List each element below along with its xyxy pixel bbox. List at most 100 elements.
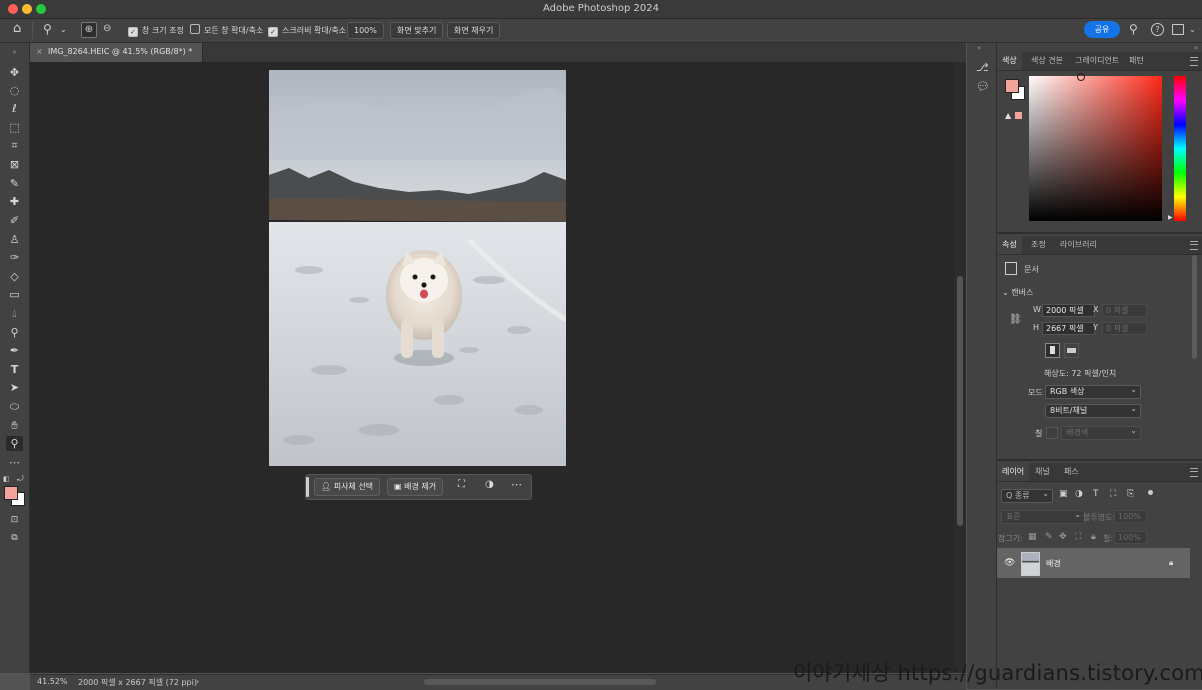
filter-smart-object-icon[interactable]: ⎘ [1127, 489, 1134, 499]
quick-mask-icon[interactable]: ⊡ [6, 513, 23, 528]
vertical-scrollbar[interactable] [954, 62, 966, 673]
zoom-out-icon[interactable]: ⊖ [103, 23, 111, 35]
filter-type-icon[interactable]: T [1093, 489, 1099, 499]
remove-background-button[interactable]: ▣ 배경 제거 [387, 478, 444, 496]
tab-channels[interactable]: 채널 [1030, 463, 1055, 481]
resize-windows-checkbox[interactable]: ✓ 창 크기 조정 [128, 23, 184, 38]
layers-panel-menu-icon[interactable] [1190, 468, 1198, 477]
workspace-icon[interactable] [1172, 24, 1184, 35]
mode-dropdown[interactable]: RGB 색상 [1045, 384, 1141, 399]
chevron-down-icon[interactable]: ⌄ [60, 24, 67, 36]
type-tool-icon[interactable]: T [6, 362, 23, 377]
zoom-all-windows-checkbox[interactable]: 모든 창 확대/축소 [190, 23, 263, 38]
tab-properties[interactable]: 속성 [997, 236, 1022, 254]
layer-lock-icon[interactable]: 🔒︎ [1169, 558, 1173, 568]
healing-brush-tool-icon[interactable]: ✚ [6, 194, 23, 209]
swap-colors-icon[interactable]: ⤾ [17, 474, 24, 484]
tab-swatches[interactable]: 색상 견본 [1026, 52, 1068, 70]
filter-shape-icon[interactable]: ⛶ [1110, 489, 1116, 499]
brush-tool-icon[interactable]: ✐ [6, 213, 23, 228]
visibility-eye-icon[interactable]: 👁︎ [1004, 558, 1015, 568]
tab-paths[interactable]: 패스 [1059, 463, 1084, 481]
canvas-section-toggle[interactable]: ⌄ 캔버스 [1002, 287, 1033, 298]
opacity-field[interactable]: 100% [1114, 510, 1147, 523]
screen-mode-icon[interactable]: ⧉ [6, 531, 23, 546]
comments-panel-icon[interactable]: 💬︎ [976, 80, 990, 93]
tab-adjustments[interactable]: 조정 [1026, 236, 1051, 254]
color-foreground-swatch[interactable] [1005, 79, 1019, 93]
eyedropper-tool-icon[interactable]: ✎ [6, 176, 23, 191]
home-icon[interactable]: ⌂ [13, 22, 21, 35]
zoom-tool-icon[interactable]: ⚲ [6, 436, 23, 451]
lock-artboard-icon[interactable]: ⛶ [1075, 532, 1081, 542]
foreground-color-swatch[interactable] [4, 486, 18, 500]
adjustment-icon[interactable]: ◑ [485, 479, 494, 490]
fill-opacity-field[interactable]: 100% [1114, 531, 1147, 544]
document-tab[interactable]: × IMG_8264.HEIC @ 41.5% (RGB/8*) * [30, 43, 203, 62]
zoom-tool-icon[interactable]: ⚲ [43, 23, 52, 35]
lock-transparency-icon[interactable]: ▦ [1028, 532, 1037, 542]
fill-swatch[interactable] [1046, 427, 1058, 439]
history-panel-icon[interactable]: ⎇ [976, 61, 989, 74]
y-field[interactable]: 0 픽셀 [1102, 322, 1147, 335]
path-selection-tool-icon[interactable]: ➤ [6, 380, 23, 395]
frame-tool-icon[interactable]: ⊠ [6, 157, 23, 172]
color-picker-cursor[interactable] [1077, 73, 1085, 81]
tab-color[interactable]: 색상 [997, 52, 1022, 70]
collapse-panels-icon[interactable]: « [977, 44, 981, 52]
width-field[interactable]: 2000 픽셀 [1042, 304, 1095, 317]
tab-libraries[interactable]: 라이브러리 [1055, 236, 1102, 254]
share-button[interactable]: 공유 [1084, 21, 1120, 38]
workspace-chevron-icon[interactable]: ⌄ [1189, 24, 1196, 36]
filter-toggle-icon[interactable] [1148, 490, 1153, 495]
fit-screen-button[interactable]: 화면 맞추기 [390, 22, 444, 39]
tab-gradients[interactable]: 그레이디언트 [1070, 52, 1124, 70]
collapse-toolbar-icon[interactable]: » [6, 45, 23, 60]
more-options-icon[interactable]: ⋯ [511, 478, 522, 491]
document-image[interactable] [269, 70, 566, 466]
blur-tool-icon[interactable]: 💧︎ [6, 306, 23, 321]
gradient-tool-icon[interactable]: ▭ [6, 287, 23, 302]
layer-row[interactable]: 👁︎ 배경 🔒︎ [997, 548, 1190, 578]
color-panel-menu-icon[interactable] [1190, 57, 1198, 66]
x-field[interactable]: 0 픽셀 [1102, 304, 1147, 317]
zoom-level[interactable]: 41.52% [37, 677, 68, 686]
shape-tool-icon[interactable]: ⬭ [6, 399, 23, 414]
object-selection-tool-icon[interactable]: ⬚ [6, 120, 23, 135]
lock-all-icon[interactable]: 🔒︎ [1091, 532, 1096, 542]
lasso-tool-icon[interactable]: ℓ [6, 101, 23, 116]
color-field[interactable] [1029, 73, 1162, 221]
layer-filter-dropdown[interactable]: Q 종류 [1001, 488, 1053, 503]
move-tool-icon[interactable]: ✥ [6, 65, 23, 80]
crop-tool-icon[interactable]: ⌗ [6, 138, 23, 153]
scrubby-zoom-checkbox[interactable]: ✓ 스크러비 확대/축소 [268, 23, 346, 38]
gamut-swatch[interactable] [1015, 112, 1022, 119]
filter-pixel-icon[interactable]: ▣ [1059, 489, 1068, 499]
help-icon[interactable]: ? [1151, 23, 1164, 36]
zoom-in-icon[interactable]: ⊕ [81, 22, 97, 38]
tab-patterns[interactable]: 패턴 [1124, 52, 1149, 70]
zoom-100-button[interactable]: 100% [347, 22, 384, 39]
bit-depth-dropdown[interactable]: 8비트/채널 [1045, 403, 1141, 418]
fill-screen-button[interactable]: 화면 채우기 [447, 22, 501, 39]
edit-toolbar-icon[interactable]: ⋯ [6, 455, 23, 470]
landscape-orientation-icon[interactable] [1064, 343, 1079, 358]
hue-slider-handle[interactable]: ▶ [1168, 214, 1173, 221]
eraser-tool-icon[interactable]: ◇ [6, 269, 23, 284]
horizontal-scroll-thumb[interactable] [424, 679, 656, 685]
expand-panels-icon[interactable]: » [1194, 44, 1198, 52]
link-icon[interactable]: ⛓ [1009, 314, 1022, 325]
transform-icon[interactable]: ⛶ [458, 479, 465, 490]
hand-tool-icon[interactable]: ✋︎ [6, 418, 23, 433]
properties-scrollbar[interactable] [1192, 255, 1197, 359]
layer-name[interactable]: 배경 [1046, 558, 1061, 569]
select-subject-button[interactable]: 👤︎ 피사체 선택 [314, 478, 381, 496]
fill-dropdown[interactable]: 배경색 [1061, 425, 1141, 440]
blend-mode-dropdown[interactable]: 표준 [1001, 509, 1085, 524]
hue-slider[interactable] [1174, 76, 1186, 221]
history-brush-tool-icon[interactable]: ✑ [6, 250, 23, 265]
vertical-scroll-thumb[interactable] [957, 276, 963, 526]
filter-adjustment-icon[interactable]: ◑ [1075, 489, 1083, 499]
status-menu-arrow[interactable]: › [196, 677, 199, 686]
tab-layers[interactable]: 레이어 [997, 463, 1030, 481]
